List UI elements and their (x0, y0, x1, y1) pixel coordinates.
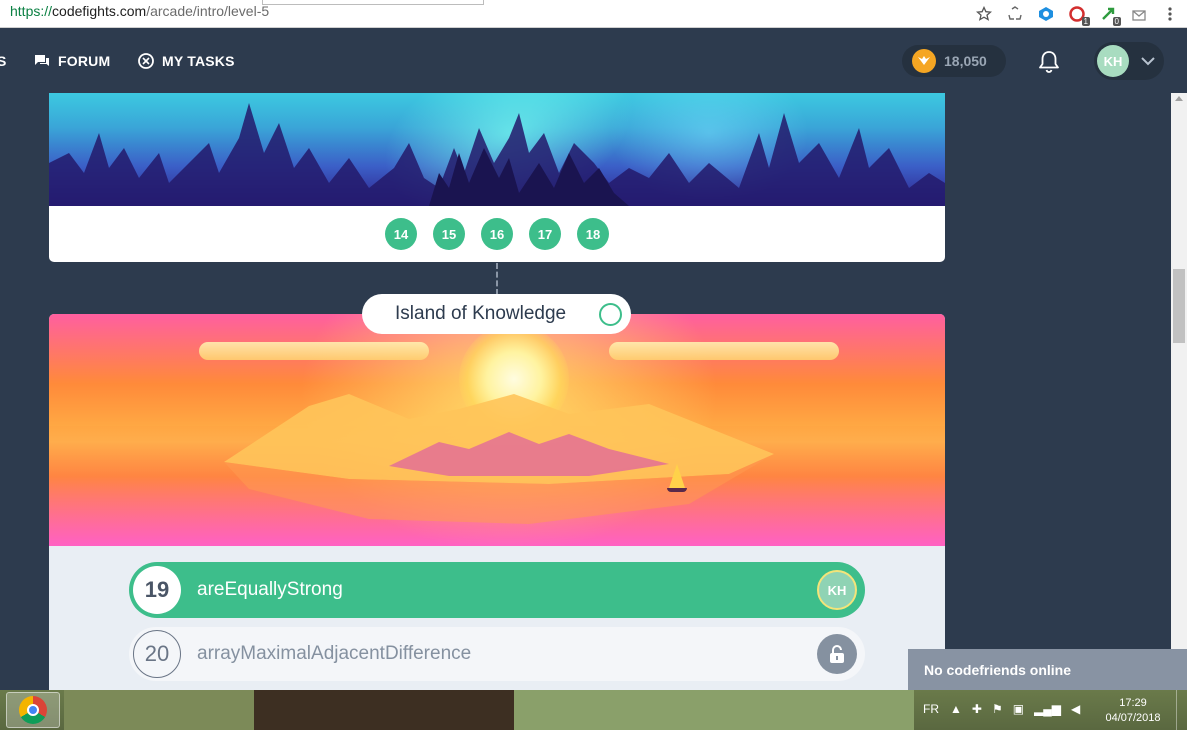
nav-item-partial-label: S (0, 53, 7, 69)
level-circle-17[interactable]: 17 (529, 218, 561, 250)
nav-forum[interactable]: FORUM (34, 53, 110, 69)
task-number: 20 (133, 630, 181, 678)
scroll-thumb[interactable] (1173, 269, 1185, 343)
blue-extension-icon[interactable] (1037, 5, 1055, 23)
progress-ring-icon (599, 303, 622, 326)
island-silhouette (224, 394, 774, 524)
url-path: /arcade/intro/level-5 (146, 3, 270, 19)
green-extension-icon[interactable]: 0 (1099, 5, 1121, 26)
tray-notes-icon[interactable]: ▣ (1013, 702, 1024, 716)
sailboat-icon (669, 464, 685, 488)
nav-forum-label: FORUM (58, 53, 111, 69)
level-circle-row: 14 15 16 17 18 (49, 218, 945, 250)
forum-icon (35, 55, 49, 66)
codefriends-status: No codefriends online (924, 661, 1072, 678)
island-title: Island of Knowledge (395, 303, 567, 324)
level-circle-16[interactable]: 16 (481, 218, 513, 250)
mail-extension-icon[interactable] (1130, 5, 1148, 23)
level-circle-14[interactable]: 14 (385, 218, 417, 250)
url-scheme: https:// (10, 3, 53, 19)
tray-app-icon[interactable]: ✚ (972, 702, 982, 716)
level-connector (496, 263, 498, 295)
clock-date: 04/07/2018 (1105, 712, 1161, 724)
level-circle-15[interactable]: 15 (433, 218, 465, 250)
nav-item-partial[interactable]: S (0, 53, 7, 69)
taskbar-wallpaper-segment (254, 690, 514, 730)
coin-balance[interactable]: 18,050 (902, 45, 1006, 77)
task-name: areEquallyStrong (197, 579, 343, 600)
island-level-card: 19 areEquallyStrong KH 20 arrayMaximalAd… (49, 314, 945, 694)
action-center-flag-icon[interactable]: ⚑ (992, 702, 1003, 716)
volume-icon[interactable]: ◀ (1071, 702, 1080, 716)
avatar: KH (1097, 45, 1129, 77)
coin-icon (912, 49, 936, 73)
show-desktop-button[interactable] (1176, 690, 1187, 730)
tray-expand-icon[interactable]: ▲ (950, 702, 962, 716)
level-circle-18[interactable]: 18 (577, 218, 609, 250)
nav-my-tasks[interactable]: MY TASKS (138, 53, 235, 69)
ocean-illustration (49, 93, 945, 206)
app-header: S FORUM MY TASKS 18,050 KH (0, 29, 1187, 93)
browser-toolbar: 1 0 (975, 3, 1179, 26)
codefriends-panel[interactable]: No codefriends online (908, 649, 1187, 690)
tasks-icon (138, 53, 154, 69)
url-suggestion-edge (262, 0, 484, 5)
red-extension-icon[interactable]: 1 (1068, 5, 1090, 26)
chevron-down-icon (1141, 57, 1155, 66)
language-indicator[interactable]: FR (923, 702, 939, 716)
sunset-illustration (49, 314, 945, 546)
url-field[interactable]: https://codefights.com/arcade/intro/leve… (10, 3, 269, 19)
notifications-bell-icon[interactable] (1036, 49, 1062, 75)
chrome-taskbar-button[interactable] (6, 692, 60, 728)
red-extension-badge: 1 (1081, 17, 1090, 26)
island-title-pill[interactable]: Island of Knowledge (362, 294, 631, 334)
task-number: 19 (133, 566, 181, 614)
taskbar-wallpaper-segment (64, 690, 254, 730)
page-scrollbar[interactable] (1171, 93, 1187, 690)
coral-silhouette (49, 103, 945, 206)
windows-taskbar: FR ▲ ✚ ⚑ ▣ ▂▄▆ ◀ 17:29 04/07/2018 (0, 690, 1187, 730)
recycle-extension-icon[interactable] (1006, 5, 1024, 23)
task-row-active[interactable]: 19 areEquallyStrong KH (129, 562, 865, 618)
chrome-icon (19, 696, 47, 724)
task-name: arrayMaximalAdjacentDifference (197, 643, 472, 664)
url-host: codefights.com (52, 3, 147, 19)
user-menu[interactable]: KH (1094, 42, 1164, 80)
taskbar-clock[interactable]: 17:29 04/07/2018 (1098, 696, 1168, 726)
system-tray: ▲ ✚ ⚑ ▣ ▂▄▆ ◀ (950, 702, 1080, 716)
network-signal-icon[interactable]: ▂▄▆ (1034, 702, 1061, 716)
nav-my-tasks-label: MY TASKS (162, 53, 235, 69)
browser-menu-icon[interactable] (1161, 5, 1179, 23)
taskbar-wallpaper-segment (514, 690, 914, 730)
clock-time: 17:29 (1119, 697, 1147, 709)
ocean-level-card: 14 15 16 17 18 (49, 93, 945, 262)
green-extension-badge: 0 (1112, 17, 1121, 26)
task-row-locked[interactable]: 20 arrayMaximalAdjacentDifference (129, 627, 865, 681)
scroll-up-arrow-icon[interactable] (1175, 96, 1183, 101)
browser-address-bar: https://codefights.com/arcade/intro/leve… (0, 0, 1187, 28)
sailboat-hull (667, 488, 687, 492)
coin-count: 18,050 (944, 53, 987, 69)
bookmark-star-icon[interactable] (975, 5, 993, 23)
avatar: KH (817, 570, 857, 610)
lock-icon (817, 634, 857, 674)
